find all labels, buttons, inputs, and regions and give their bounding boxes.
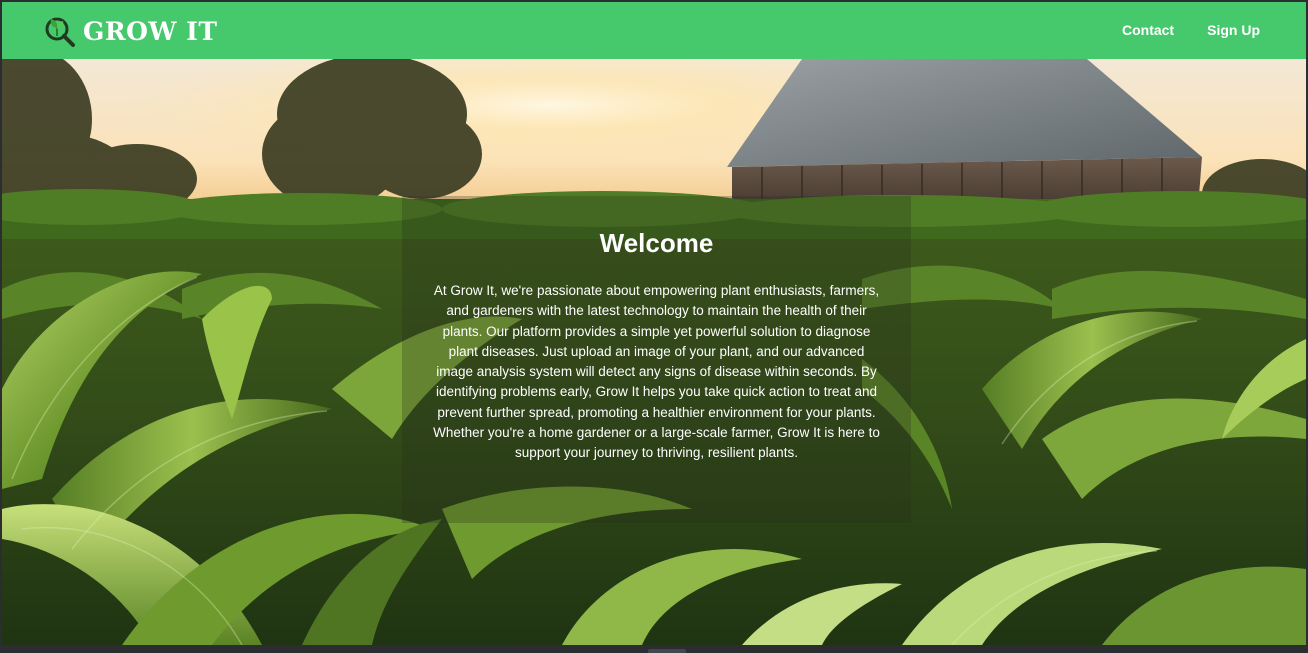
nav-link-signup[interactable]: Sign Up [1207, 22, 1260, 38]
welcome-card: Welcome At Grow It, we're passionate abo… [402, 196, 911, 523]
nav-link-contact[interactable]: Contact [1122, 22, 1174, 38]
page: GROW IT Contact Sign Up Welcome At Grow … [0, 0, 1308, 653]
plant-magnifier-icon [42, 13, 76, 48]
nav-links: Contact Sign Up [1122, 22, 1260, 38]
brand-name: GROW IT [83, 16, 218, 46]
navbar: GROW IT Contact Sign Up [2, 2, 1306, 59]
welcome-title: Welcome [599, 228, 714, 258]
brand-logo[interactable]: GROW IT [42, 13, 218, 48]
taskbar-tab[interactable] [648, 649, 686, 653]
welcome-description: At Grow It, we're passionate about empow… [433, 283, 880, 461]
